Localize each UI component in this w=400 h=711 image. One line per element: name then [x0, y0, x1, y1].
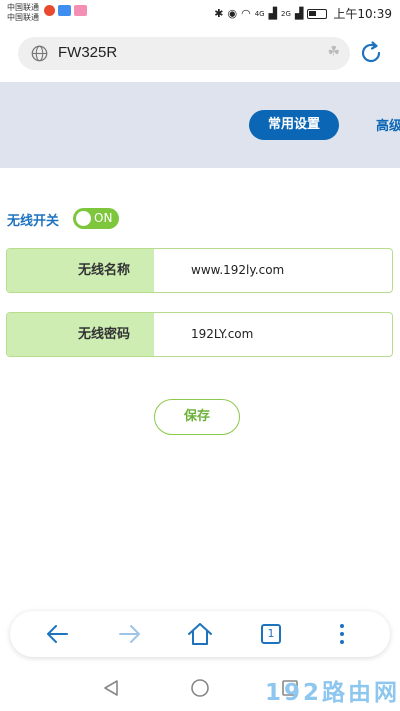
save-button[interactable]: 保存: [154, 399, 240, 435]
tab-advanced[interactable]: 高级: [376, 115, 400, 134]
reload-icon[interactable]: [358, 40, 384, 66]
eye-comfort-icon: ◉: [227, 7, 238, 20]
signal-icon-1: ▟: [268, 7, 278, 20]
notification-icons: [44, 5, 87, 16]
network-4g-label: 4G: [254, 9, 265, 18]
signal-icon-2: ▟: [294, 7, 304, 20]
carrier-1: 中国联通: [7, 3, 39, 12]
url-text: FW325R: [58, 44, 118, 61]
clock: 上午10:39: [333, 7, 392, 21]
news-app-icon: [58, 5, 71, 16]
toggle-knob: [76, 211, 91, 226]
status-indicators: ✱ ◉ ◠ 4G ▟ 2G ▟ 上午10:39: [214, 5, 392, 22]
ssid-label: 无线名称: [7, 249, 154, 292]
battery-icon: [307, 8, 328, 19]
incognito-footprint-icon[interactable]: ☘: [327, 44, 340, 60]
home-icon[interactable]: [186, 620, 214, 648]
password-row: 无线密码 192LY.com: [6, 312, 393, 357]
status-bar: 中国联通 中国联通 ✱ ◉ ◠ 4G ▟ 2G ▟ 上午10:39: [0, 0, 400, 28]
wireless-toggle[interactable]: ON: [73, 208, 119, 229]
carrier-2: 中国联通: [7, 13, 39, 22]
nav-home-icon[interactable]: [190, 678, 210, 698]
tab-common-settings[interactable]: 常用设置: [249, 110, 339, 140]
wifi-icon: ◠: [241, 7, 251, 20]
wireless-switch-label: 无线开关: [7, 214, 60, 229]
carrier-info: 中国联通 中国联通: [7, 3, 39, 23]
address-bar[interactable]: FW325R ☘: [18, 37, 350, 70]
more-menu-icon[interactable]: [328, 620, 356, 648]
password-label: 无线密码: [7, 313, 154, 356]
watermark: 192路由网: [265, 680, 400, 706]
ssid-input[interactable]: www.192ly.com: [191, 249, 284, 292]
ssid-row: 无线名称 www.192ly.com: [6, 248, 393, 293]
forward-icon[interactable]: [115, 620, 143, 648]
bluetooth-icon: ✱: [214, 7, 224, 20]
globe-icon: [31, 45, 48, 62]
back-icon[interactable]: [44, 620, 72, 648]
browser-toolbar: 1: [10, 611, 390, 657]
weibo-icon: [44, 5, 55, 16]
nav-back-icon[interactable]: [101, 678, 121, 698]
app-notification-icon: [74, 5, 87, 16]
tabs-count-button[interactable]: 1: [261, 624, 281, 644]
toggle-state-text: ON: [94, 211, 113, 225]
nav-band: 常用设置 高级: [0, 82, 400, 168]
password-input[interactable]: 192LY.com: [191, 313, 253, 356]
network-2g-label: 2G: [281, 9, 291, 18]
